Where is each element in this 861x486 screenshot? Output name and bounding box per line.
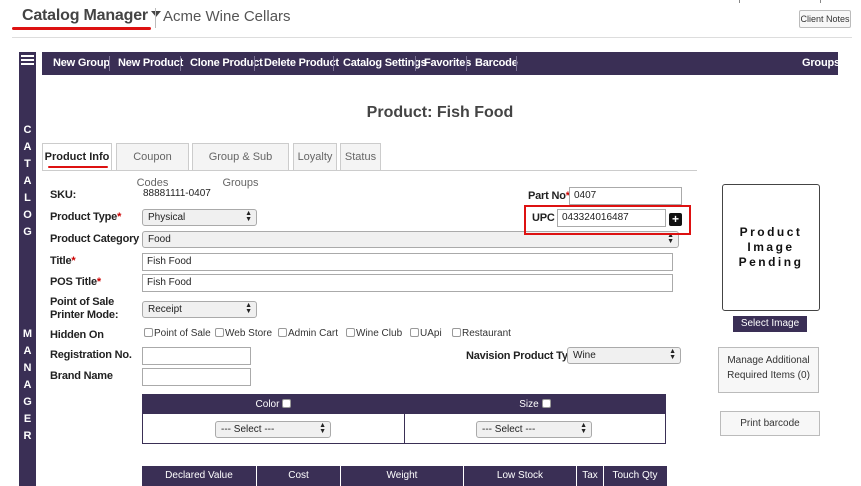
color-select[interactable]: --- Select --- ▲ ▼ (215, 421, 331, 438)
declared-value-column: Declared Value (165, 470, 233, 481)
low-stock-column: Low Stock (496, 470, 544, 481)
tab-status[interactable]: Status (340, 143, 381, 170)
side-label-letter: N (23, 362, 32, 374)
toolbar-divider (180, 56, 181, 71)
add-upc-plus-icon[interactable]: + (669, 213, 682, 226)
weight-column: Weight (386, 470, 418, 481)
print-barcode-button[interactable]: Print barcode (720, 411, 820, 436)
select-image-button[interactable]: Select Image (733, 316, 807, 332)
brand-name-input[interactable] (142, 368, 251, 386)
toolbar-divider (516, 56, 517, 71)
company-name: Acme Wine Cellars (163, 8, 291, 25)
registration-label: Registration No. (50, 349, 132, 361)
hidden-on-admin-cart-checkbox[interactable]: Admin Cart (278, 328, 338, 339)
title-label: Title* (50, 255, 76, 267)
printer-mode-select[interactable]: Receipt ▲ ▼ (142, 301, 257, 318)
tax-column: Tax (582, 470, 598, 481)
side-label-letter: T (24, 158, 31, 170)
variant-divider (404, 395, 405, 443)
catalog-toolbar: New Group New Product Clone Product Dele… (42, 52, 840, 75)
color-header: Color (143, 395, 404, 414)
groups-button[interactable]: Groups (802, 52, 840, 75)
pos-title-label: POS Title* (50, 276, 101, 288)
side-label-letter: E (23, 413, 32, 425)
hidden-on-wine-club-checkbox[interactable]: Wine Club (346, 328, 402, 339)
page-title: Product: Fish Food (366, 104, 514, 121)
tab-coupon-codes[interactable]: Coupon Codes (116, 143, 189, 189)
client-notes-button[interactable]: Client Notes (799, 10, 851, 28)
select-arrows-icon: ▲ ▼ (669, 348, 676, 361)
tab-group-sub-groups[interactable]: Group & Sub Groups (192, 143, 289, 189)
product-type-select[interactable]: Physical ▲ ▼ (142, 209, 257, 226)
title-input[interactable]: Fish Food (142, 253, 673, 271)
printer-mode-label: Point of Sale Printer Mode: (50, 296, 119, 321)
new-product-button[interactable]: New Product (118, 52, 183, 75)
side-label-letter: A (23, 175, 32, 187)
pos-title-input[interactable]: Fish Food (142, 274, 673, 292)
side-label-letter: C (23, 124, 32, 136)
navision-product-type-label: Navision Product Type (466, 350, 581, 362)
size-enable-checkbox[interactable] (541, 399, 551, 408)
side-label-letter: O (23, 209, 32, 221)
hamburger-menu-icon[interactable] (21, 55, 34, 67)
side-label-letter: A (23, 379, 32, 391)
toolbar-divider (466, 56, 467, 71)
toolbar-divider (415, 56, 416, 71)
part-no-label: Part No* (528, 190, 570, 202)
top-link-fragment[interactable] (739, 0, 777, 3)
cost-column: Cost (288, 470, 309, 481)
hidden-on-label: Hidden On (50, 329, 104, 341)
toolbar-divider (333, 56, 334, 71)
side-label-letter: A (23, 141, 32, 153)
barcode-button[interactable]: Barcode (475, 52, 518, 75)
side-label-letter: L (24, 192, 31, 204)
side-label-letter: R (23, 430, 32, 442)
registration-input[interactable] (142, 347, 251, 365)
upc-input[interactable]: 043324016487 (557, 209, 666, 227)
upc-label: UPC (532, 212, 555, 224)
new-group-button[interactable]: New Group (53, 52, 110, 75)
pricing-table-header: Declared Value Cost Weight Low Stock Tax… (142, 466, 667, 486)
product-type-label: Product Type* (50, 211, 122, 223)
clone-product-button[interactable]: Clone Product (190, 52, 263, 75)
hidden-on-uapi-checkbox[interactable]: UApi (410, 328, 442, 339)
toolbar-divider (109, 56, 110, 71)
part-no-input[interactable]: 0407 (569, 187, 682, 205)
sku-label: SKU: (50, 189, 77, 201)
header-divider (155, 8, 156, 28)
app-title-menu[interactable]: Catalog Manager (22, 7, 161, 25)
hidden-on-restaurant-checkbox[interactable]: Restaurant (452, 328, 511, 339)
product-category-label: Product Category (50, 233, 140, 245)
hidden-on-point-of-sale-checkbox[interactable]: Point of Sale (144, 328, 211, 339)
toolbar-divider (254, 56, 255, 71)
side-label-letter: A (23, 345, 32, 357)
header-rule (12, 37, 852, 38)
select-arrows-icon: ▲ ▼ (580, 422, 587, 435)
tab-loyalty[interactable]: Loyalty (293, 143, 337, 170)
sku-value: 88881111-0407 (143, 188, 211, 199)
active-tab-underline (48, 166, 108, 168)
favorites-button[interactable]: Favorites (424, 52, 471, 75)
brand-name-label: Brand Name (50, 370, 113, 382)
side-label-letter: M (22, 328, 33, 340)
touch-qty-column: Touch Qty (612, 470, 658, 481)
product-image-placeholder: Product Image Pending (722, 184, 820, 311)
select-arrows-icon: ▲ ▼ (245, 302, 252, 315)
variant-options-table: Color Size --- Select --- ▲ ▼ --- Select -… (142, 394, 666, 444)
top-link-fragment[interactable] (820, 0, 858, 3)
side-label-letter: G (23, 396, 32, 408)
delete-product-button[interactable]: Delete Product (264, 52, 339, 75)
select-arrows-icon: ▲ ▼ (319, 422, 326, 435)
size-select[interactable]: --- Select --- ▲ ▼ (476, 421, 592, 438)
color-enable-checkbox[interactable] (282, 399, 292, 408)
manage-additional-items-button[interactable]: Manage Additional Required Items (0) (718, 347, 819, 393)
size-header: Size (405, 395, 665, 414)
hidden-on-web-store-checkbox[interactable]: Web Store (215, 328, 272, 339)
navision-product-type-select[interactable]: Wine ▲ ▼ (567, 347, 681, 364)
side-label-letter: G (23, 226, 32, 238)
tab-rule (42, 170, 697, 171)
select-arrows-icon: ▲ ▼ (245, 210, 252, 223)
title-underline (12, 27, 151, 30)
